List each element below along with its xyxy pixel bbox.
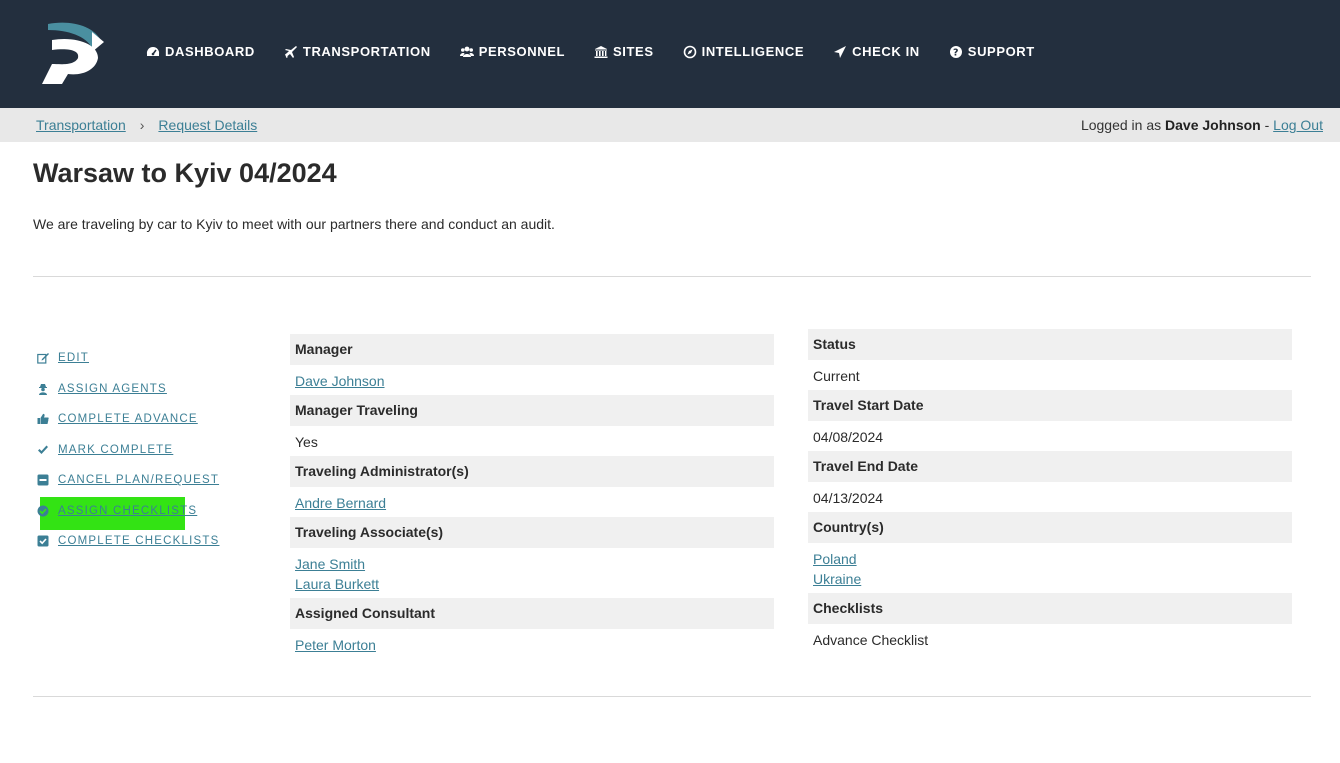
top-navbar: DASHBOARD TRANSPORTATION PERSONNEL SITES… <box>0 0 1340 108</box>
action-complete-checklists[interactable]: COMPLETE CHECKLISTS <box>37 526 237 557</box>
login-user: Dave Johnson <box>1165 117 1261 133</box>
check-square-icon <box>37 535 49 547</box>
breadcrumb-separator: › <box>139 117 145 133</box>
page-title: Warsaw to Kyiv 04/2024 <box>33 158 337 188</box>
location-arrow-icon <box>833 45 847 59</box>
field-label-associates: Traveling Associate(s) <box>290 517 774 548</box>
action-edit-label: EDIT <box>58 352 89 365</box>
field-label-consultant: Assigned Consultant <box>290 598 774 629</box>
users-icon <box>459 45 474 59</box>
edit-icon <box>37 352 49 364</box>
nav-sites[interactable]: SITES <box>594 44 654 59</box>
details-people: Manager Dave Johnson Manager Traveling Y… <box>290 334 774 659</box>
check-circle-icon <box>37 505 49 517</box>
status-value: Current <box>813 368 860 384</box>
field-value-manager-traveling: Yes <box>290 426 774 456</box>
action-assign-checklists[interactable]: ASSIGN CHECKLISTS <box>37 496 237 529</box>
breadcrumb: Transportation › Request Details <box>36 117 257 133</box>
nav-intelligence[interactable]: INTELLIGENCE <box>683 44 805 59</box>
action-complete-checklists-label: COMPLETE CHECKLISTS <box>58 535 220 548</box>
action-cancel-plan[interactable]: CANCEL PLAN/REQUEST <box>37 465 237 496</box>
minus-square-icon <box>37 474 49 486</box>
field-value-manager: Dave Johnson <box>290 365 774 395</box>
field-value-checklists: Advance Checklist <box>808 624 1292 654</box>
check-icon <box>37 444 49 456</box>
action-complete-advance-label: COMPLETE ADVANCE <box>58 413 198 426</box>
bank-icon <box>594 45 608 59</box>
nav-personnel-label: PERSONNEL <box>478 44 566 59</box>
login-status: Logged in as Dave Johnson - Log Out <box>1081 117 1323 133</box>
start-date-value: 04/08/2024 <box>813 429 884 445</box>
field-label-manager: Manager <box>290 334 774 365</box>
thumbs-up-icon <box>37 413 49 425</box>
manager-traveling-value: Yes <box>295 434 318 450</box>
nav-sites-label: SITES <box>613 44 654 59</box>
action-complete-advance[interactable]: COMPLETE ADVANCE <box>37 404 237 435</box>
actions-menu: EDIT ASSIGN AGENTS COMPLETE ADVANCE MARK… <box>37 343 237 557</box>
page-description: We are traveling by car to Kyiv to meet … <box>33 216 555 232</box>
field-value-status: Current <box>808 360 1292 390</box>
field-label-start-date: Travel Start Date <box>808 390 1292 421</box>
field-label-countries: Country(s) <box>808 512 1292 543</box>
field-value-consultant: Peter Morton <box>290 629 774 659</box>
action-assign-agents-label: ASSIGN AGENTS <box>58 382 167 395</box>
end-date-value: 04/13/2024 <box>813 490 884 506</box>
plane-icon <box>284 45 298 59</box>
field-label-status: Status <box>808 329 1292 360</box>
action-mark-complete[interactable]: MARK COMPLETE <box>37 435 237 466</box>
action-cancel-plan-label: CANCEL PLAN/REQUEST <box>58 474 220 487</box>
breadcrumb-request-details[interactable]: Request Details <box>158 117 257 133</box>
checklist-value: Advance Checklist <box>813 632 929 648</box>
associate-link[interactable]: Jane Smith <box>295 554 774 574</box>
login-dash: - <box>1264 117 1270 133</box>
field-value-admins: Andre Bernard <box>290 487 774 517</box>
nav-intelligence-label: INTELLIGENCE <box>701 44 805 59</box>
action-mark-complete-label: MARK COMPLETE <box>58 443 174 456</box>
divider-bottom <box>33 696 1311 697</box>
svg-text:?: ? <box>953 47 959 58</box>
login-prefix: Logged in as <box>1080 117 1162 133</box>
action-edit[interactable]: EDIT <box>37 343 237 374</box>
field-value-start-date: 04/08/2024 <box>808 421 1292 451</box>
action-assign-checklists-label: ASSIGN CHECKLISTS <box>58 504 198 517</box>
main-nav: DASHBOARD TRANSPORTATION PERSONNEL SITES… <box>146 44 1064 59</box>
divider-top <box>33 276 1311 277</box>
question-circle-icon: ? <box>949 45 963 59</box>
field-label-manager-traveling: Manager Traveling <box>290 395 774 426</box>
admin-link[interactable]: Andre Bernard <box>295 493 774 513</box>
field-value-end-date: 04/13/2024 <box>808 482 1292 512</box>
manager-link[interactable]: Dave Johnson <box>295 371 774 391</box>
field-label-checklists: Checklists <box>808 593 1292 624</box>
action-assign-agents[interactable]: ASSIGN AGENTS <box>37 374 237 405</box>
field-label-end-date: Travel End Date <box>808 451 1292 482</box>
nav-dashboard[interactable]: DASHBOARD <box>146 44 255 59</box>
breadcrumb-bar: Transportation › Request Details Logged … <box>0 108 1340 142</box>
nav-check-in[interactable]: CHECK IN <box>833 44 920 59</box>
nav-personnel[interactable]: PERSONNEL <box>459 44 566 59</box>
user-secret-icon <box>37 383 49 395</box>
country-link[interactable]: Ukraine <box>813 569 1292 589</box>
logout-link[interactable]: Log Out <box>1273 117 1323 133</box>
country-link[interactable]: Poland <box>813 549 1292 569</box>
dashboard-icon <box>146 45 160 59</box>
details-trip: Status Current Travel Start Date 04/08/2… <box>808 329 1292 654</box>
consultant-link[interactable]: Peter Morton <box>295 635 774 655</box>
compass-icon <box>683 45 697 59</box>
nav-support-label: SUPPORT <box>967 44 1035 59</box>
nav-dashboard-label: DASHBOARD <box>165 44 255 59</box>
field-value-countries: Poland Ukraine <box>808 543 1292 593</box>
breadcrumb-transportation[interactable]: Transportation <box>36 117 126 133</box>
app-logo[interactable] <box>38 18 108 88</box>
associate-link[interactable]: Laura Burkett <box>295 574 774 594</box>
nav-transportation[interactable]: TRANSPORTATION <box>284 44 431 59</box>
nav-transportation-label: TRANSPORTATION <box>302 44 431 59</box>
nav-support[interactable]: ? SUPPORT <box>949 44 1035 59</box>
field-value-associates: Jane Smith Laura Burkett <box>290 548 774 598</box>
nav-check-in-label: CHECK IN <box>852 44 920 59</box>
field-label-admins: Traveling Administrator(s) <box>290 456 774 487</box>
